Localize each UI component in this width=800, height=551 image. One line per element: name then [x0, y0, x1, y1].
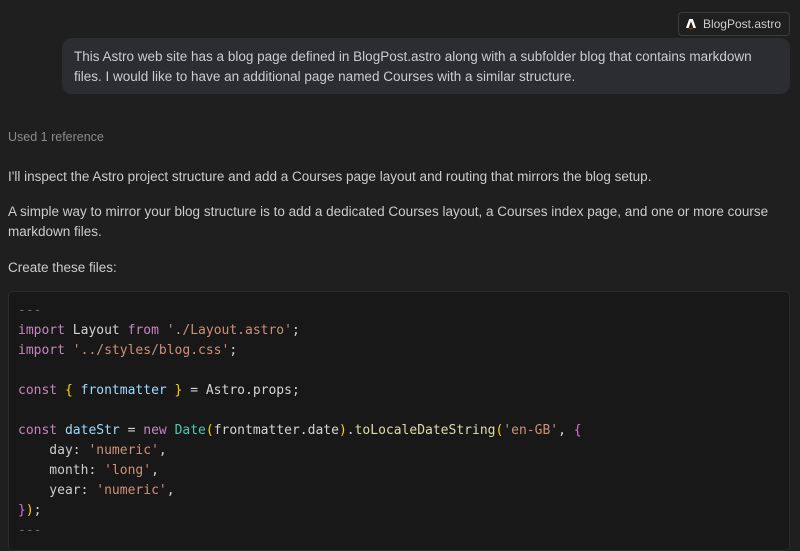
code-line: import '../styles/blog.css';	[18, 343, 238, 358]
code-line: ---	[18, 303, 42, 318]
attachment-label: BlogPost.astro	[702, 17, 781, 31]
references-toggle[interactable]: Used 1 reference	[8, 130, 104, 144]
attachment-chip[interactable]: BlogPost.astro	[677, 12, 790, 36]
response-paragraph-3: Create these files:	[8, 260, 117, 275]
code-line: const dateStr = new Date(frontmatter.dat…	[18, 423, 582, 438]
code-line: const { frontmatter } = Astro.props;	[18, 383, 300, 398]
code-line: month: 'long',	[18, 463, 159, 478]
user-message: This Astro web site has a blog page defi…	[62, 38, 790, 94]
code-line: ---	[18, 523, 42, 538]
code-line: year: 'numeric',	[18, 483, 175, 498]
code-line: import Layout from './Layout.astro';	[18, 323, 300, 338]
response-paragraph-1: I'll inspect the Astro project structure…	[8, 169, 652, 184]
code-block[interactable]: --- import Layout from './Layout.astro';…	[8, 291, 790, 551]
response-paragraph-2: A simple way to mirror your blog structu…	[8, 204, 769, 239]
code-line: });	[18, 503, 42, 518]
astro-logo-icon	[685, 18, 697, 30]
code-line: day: 'numeric',	[18, 443, 167, 458]
